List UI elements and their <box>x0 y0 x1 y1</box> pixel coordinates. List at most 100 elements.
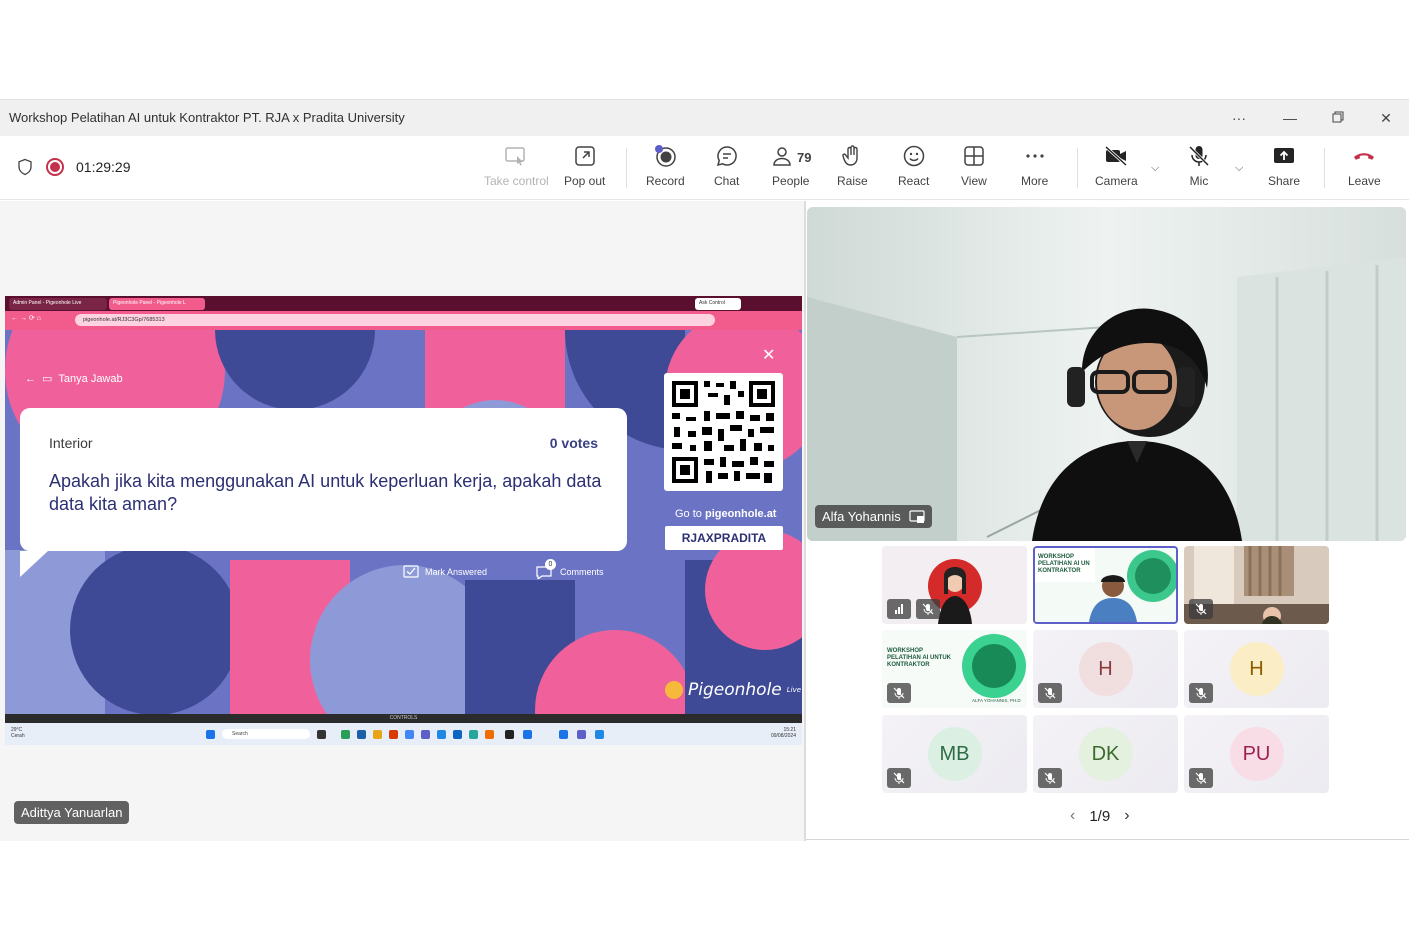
take-control-icon <box>505 147 526 166</box>
camera-button[interactable]: Camera <box>1095 144 1138 194</box>
minimize-icon[interactable]: — <box>1279 108 1301 128</box>
chrome-icon[interactable] <box>405 730 414 739</box>
muted-mic-icon <box>1038 768 1062 788</box>
browser-tab[interactable]: Admin Panel - Pigeonhole Live <box>9 298 107 310</box>
camera-options-chevron-icon[interactable]: ⌵ <box>1151 162 1159 175</box>
screen-share-indicator-icon <box>909 509 925 523</box>
participant-tile[interactable]: H <box>1033 630 1178 708</box>
leave-button[interactable]: Leave <box>1348 144 1381 194</box>
share-button[interactable]: Share <box>1268 144 1300 194</box>
weather-widget[interactable]: 29°C Cerah <box>11 727 25 739</box>
participant-tile[interactable]: WORKSHOP PELATIHAN AI UN KONTRAKTOR <box>1033 546 1178 624</box>
restore-icon[interactable] <box>1327 108 1349 128</box>
mic-options-chevron-icon[interactable]: ⌵ <box>1235 162 1243 175</box>
take-control-label: Take control <box>484 174 549 188</box>
record-label: Record <box>646 174 685 188</box>
goto-site: pigeonhole.at <box>704 508 777 520</box>
app-icon[interactable] <box>505 730 514 739</box>
people-label: People <box>772 174 810 188</box>
presenter-name-tag: Adittya Yanuarlan <box>14 801 130 824</box>
svg-text:WORKSHOP: WORKSHOP <box>887 648 923 654</box>
participant-avatar: H <box>1078 642 1133 696</box>
participant-tile[interactable]: H <box>1184 630 1329 708</box>
chat-button[interactable]: Chat <box>714 144 739 194</box>
people-button[interactable]: 79 People <box>770 144 811 194</box>
app-icon[interactable] <box>559 730 568 739</box>
previous-page-icon[interactable]: ‹ <box>1070 807 1075 825</box>
teams-meeting-window: Workshop Pelatihan AI untuk Kontraktor P… <box>0 99 1409 841</box>
app-icon[interactable] <box>577 730 586 739</box>
page-indicator: 1/9 <box>1089 807 1111 825</box>
take-control-button[interactable]: Take control <box>484 144 549 194</box>
taskbar-search[interactable]: Search <box>222 729 310 739</box>
people-icon <box>773 147 791 166</box>
meeting-timer: 01:29:29 <box>76 159 131 175</box>
participant-tile[interactable]: WORKSHOP PELATIHAN AI UNTUK KONTRAKTOR ALFA… <box>882 630 1027 708</box>
app-icon[interactable] <box>523 730 532 739</box>
mic-off-icon <box>1188 145 1210 167</box>
qr-code <box>664 373 783 491</box>
pigeonhole-logo: Pigeonhole Live <box>665 680 801 700</box>
people-count: 79 <box>797 150 812 165</box>
shared-screen[interactable]: Admin Panel - Pigeonhole Live Pigeonhole… <box>5 296 802 745</box>
participant-tile[interactable]: PU <box>1184 715 1329 793</box>
app-icon[interactable] <box>595 730 604 739</box>
qr-code-image <box>672 381 775 483</box>
muted-mic-icon <box>1189 599 1213 619</box>
task-view-icon[interactable] <box>317 730 326 739</box>
svg-text:ALFA YOHANNIS, PH.D: ALFA YOHANNIS, PH.D <box>972 698 1021 703</box>
app-icon[interactable] <box>485 730 494 739</box>
address-bar[interactable]: pigeonhole.at/RJ3C3Gp/7685313 <box>75 314 715 326</box>
next-page-icon[interactable]: › <box>1124 807 1129 825</box>
app-icon[interactable] <box>453 730 462 739</box>
react-button[interactable]: React <box>898 144 929 194</box>
ellipsis-icon[interactable]: ··· <box>1228 108 1250 128</box>
view-button[interactable]: View <box>961 144 987 194</box>
window-title: Workshop Pelatihan AI untuk Kontraktor P… <box>9 110 405 125</box>
app-icon[interactable] <box>437 730 446 739</box>
windows-start-icon[interactable] <box>206 730 215 739</box>
record-button[interactable]: Record <box>646 144 685 194</box>
app-icon[interactable] <box>341 730 350 739</box>
mic-button[interactable]: Mic <box>1187 144 1211 194</box>
participant-video-feed: WORKSHOPPELATIHAN AI UNKONTRAKTOR <box>1035 548 1176 622</box>
pigeonhole-logo-icon <box>665 681 683 699</box>
participant-tile[interactable] <box>882 546 1027 624</box>
more-button[interactable]: More <box>1021 144 1048 194</box>
meeting-status: 01:29:29 <box>16 158 131 176</box>
grid-view-icon <box>964 146 984 166</box>
participant-avatar: PU <box>1229 727 1284 781</box>
app-icon[interactable] <box>357 730 366 739</box>
app-icon[interactable] <box>469 730 478 739</box>
participant-tile[interactable]: MB <box>882 715 1027 793</box>
record-icon <box>655 145 677 167</box>
signal-bars-icon <box>887 599 911 619</box>
folder-icon[interactable] <box>373 730 382 739</box>
speech-bubble-icon: ▭ <box>42 373 53 385</box>
mark-answered-button[interactable]: Mark Answered <box>403 565 487 578</box>
comments-button[interactable]: 0 Comments <box>536 559 604 581</box>
raise-hand-button[interactable]: Raise <box>837 144 868 194</box>
pop-out-button[interactable]: Pop out <box>564 144 605 194</box>
question-text: Apakah jika kita menggunakan AI untuk ke… <box>49 471 602 514</box>
back-to-questions-link[interactable]: ← ▭ Tanya Jawab <box>25 372 123 386</box>
back-arrow-icon: ← <box>25 372 36 385</box>
windows-taskbar: 29°C Cerah Search 15:21 09/08/2024 <box>5 723 802 745</box>
join-instructions: Go to pigeonhole.at <box>675 508 776 520</box>
browser-tab-active[interactable]: Pigeonhole Panel - Pigeonhole L <box>109 298 205 310</box>
featured-video-tile[interactable]: Alfa Yohannis <box>807 207 1406 541</box>
taskbar-clock[interactable]: 15:21 09/08/2024 <box>771 727 796 739</box>
remote-controls-bar[interactable]: CONTROLS <box>5 714 802 723</box>
brand-name: Pigeonhole <box>688 680 782 700</box>
back-label: Tanya Jawab <box>58 372 123 385</box>
recording-indicator-icon <box>46 158 64 176</box>
app-icon[interactable] <box>389 730 398 739</box>
participant-tile[interactable]: DK <box>1033 715 1178 793</box>
ask-control-button[interactable]: Ask Control <box>695 298 741 310</box>
browser-nav-icons[interactable]: ← → ⟳ ⌂ <box>11 314 41 322</box>
close-icon[interactable]: ✕ <box>762 345 775 365</box>
close-icon[interactable]: ✕ <box>1375 108 1397 128</box>
browser-tab-row: Admin Panel - Pigeonhole Live Pigeonhole… <box>5 296 802 311</box>
participant-tile[interactable] <box>1184 546 1329 624</box>
teams-icon[interactable] <box>421 730 430 739</box>
